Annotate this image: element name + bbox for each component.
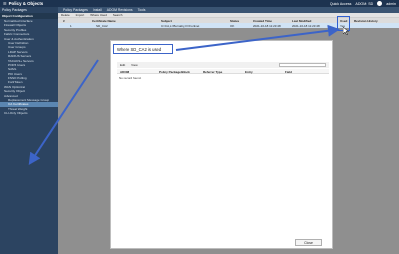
dcol-field[interactable]: Field [285, 70, 292, 74]
dcol-adom[interactable]: ADOM [120, 70, 129, 74]
dialog-title: Where SD_CA2 is used [113, 44, 173, 54]
top-bar: ☰ Policy & Objects Quick Access ADOM: SD… [0, 0, 399, 7]
import-button[interactable]: Import [76, 13, 85, 17]
menu-item-install[interactable]: Install [93, 8, 102, 12]
adom-selector[interactable]: ADOM: SD [355, 2, 373, 6]
edit-button[interactable]: Edit [120, 63, 125, 67]
view-button[interactable]: View [131, 63, 137, 67]
row-certificate-name: SD_CA2 [96, 23, 108, 28]
row-subject: C=CA,L=Burnaby,O=Fortinet [161, 23, 200, 28]
menu-item-adom-revisions[interactable]: ADOM Revisions [107, 8, 133, 12]
dcol-referrer-type[interactable]: Referrer Type [203, 70, 222, 74]
delete-button[interactable]: Delete [61, 13, 70, 17]
mouse-cursor-icon [343, 27, 349, 35]
col-subject[interactable]: Subject [161, 19, 172, 23]
col-certificate-name[interactable]: Certificate Name [92, 19, 116, 23]
search-button[interactable]: Search [113, 13, 123, 17]
menu-item-policy-packages[interactable]: Policy Packages [63, 8, 88, 12]
dialog-search-input[interactable] [279, 63, 326, 67]
dialog-table-header: ADOM Policy Package/Block Referrer Type … [117, 69, 329, 74]
menu-icon[interactable]: ☰ [3, 1, 7, 6]
row-last-modified: 2021-10-18 11:23:48 [292, 23, 320, 28]
where-used-dialog: Where SD_CA2 is used Edit View ADOM Poli… [110, 40, 333, 249]
dcol-entry[interactable]: Entry [245, 70, 253, 74]
sidebar-item[interactable]: CLI-Only Objects [0, 111, 58, 115]
col-index: # [63, 18, 65, 23]
menu-item-tools[interactable]: Tools [138, 8, 146, 12]
dcol-policy-package[interactable]: Policy Package/Block [159, 70, 190, 74]
user-name[interactable]: admin [386, 2, 396, 6]
sidebar: Object Configuration Normalized Interfac… [0, 13, 58, 254]
quick-access[interactable]: Quick Access [330, 2, 352, 6]
col-revision-history[interactable]: Revision History [354, 19, 378, 23]
empty-message: No record found. [119, 76, 142, 80]
avatar[interactable] [377, 1, 383, 6]
row-index: 1 [70, 23, 72, 28]
col-last-modified[interactable]: Last Modified [292, 19, 311, 23]
col-status[interactable]: Status [230, 19, 239, 23]
row-created-time: 2021-10-18 11:23:48 [253, 23, 281, 28]
close-button[interactable]: Close [295, 239, 322, 246]
where-used-button[interactable]: Where Used [90, 13, 107, 17]
row-status: OK [230, 23, 235, 28]
col-created-time[interactable]: Created Time [253, 19, 272, 23]
module-title: Policy & Objects [8, 1, 44, 6]
